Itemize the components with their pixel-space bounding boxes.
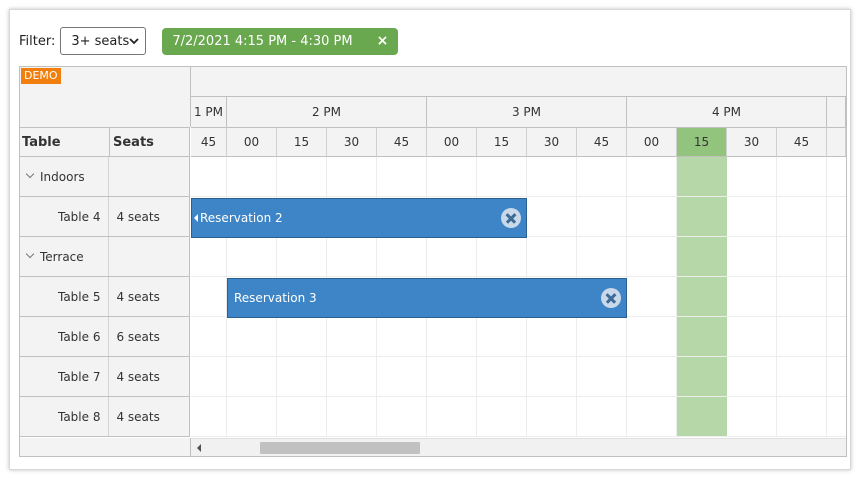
selected-range-text: 7/2/2021 4:15 PM - 4:30 PM xyxy=(172,33,353,49)
scale-top-blank xyxy=(191,67,846,97)
event-text: Reservation 2 xyxy=(200,211,283,225)
row-label: Indoors xyxy=(40,169,85,184)
row-group[interactable]: Terrace xyxy=(20,237,190,277)
row-resource[interactable]: Table 8 4 seats xyxy=(20,397,190,437)
minute-header: 30 xyxy=(727,127,777,157)
row-resource[interactable]: Table 5 4 seats xyxy=(20,277,190,317)
demo-badge: DEMO xyxy=(21,68,61,84)
row-seats xyxy=(109,157,189,196)
highlighted-time-column[interactable] xyxy=(677,157,727,437)
row-name-cell: Indoors xyxy=(20,157,110,196)
grid-row-line xyxy=(191,396,846,397)
chevron-down-icon[interactable] xyxy=(26,251,34,259)
row-seats: 4 seats xyxy=(116,369,160,384)
row-name-cell: Table 6 xyxy=(20,317,110,356)
scrollbar-corner xyxy=(20,438,191,456)
minute-header: 15 xyxy=(677,127,727,157)
hour-header: 2 PM xyxy=(227,97,427,127)
event-text: Reservation 3 xyxy=(234,291,317,305)
filter-select[interactable]: 3+ seats xyxy=(60,27,147,55)
row-seats: 4 seats xyxy=(116,409,160,424)
selected-range-chip: 7/2/2021 4:15 PM - 4:30 PM × xyxy=(162,27,399,55)
row-label: Table 8 xyxy=(57,409,101,424)
delete-event-icon[interactable] xyxy=(601,288,621,308)
row-name-cell: Table 8 xyxy=(20,397,110,436)
scroll-left-icon[interactable] xyxy=(197,444,201,452)
grid-column[interactable] xyxy=(777,157,827,437)
scheduler-corner: DEMO xyxy=(20,67,191,127)
row-label: Terrace xyxy=(40,249,84,264)
timeline[interactable]: 1 PM 2 PM 3 PM 4 PM 45 00 15 30 45 00 15 30 45 00 15 3… xyxy=(191,67,846,438)
minute-header: 00 xyxy=(427,127,477,157)
grid-row-line xyxy=(191,356,846,357)
event-reservation-2[interactable]: Reservation 2 xyxy=(191,198,527,238)
toolbar: Filter: 3+ seats 7/2/2021 4:15 PM - 4:30… xyxy=(19,27,399,55)
grid-column[interactable] xyxy=(727,157,777,437)
minute-header: 30 xyxy=(327,127,377,157)
minute-header: 45 xyxy=(777,127,827,157)
column-header-seats: Seats xyxy=(110,127,190,157)
row-seats: 4 seats xyxy=(116,209,160,224)
row-resource[interactable]: Table 7 4 seats xyxy=(20,357,190,397)
grid-row-line xyxy=(191,276,846,277)
row-name-cell: Table 7 xyxy=(20,357,110,396)
row-label: Table 6 xyxy=(57,329,101,344)
delete-event-icon[interactable] xyxy=(501,208,521,228)
minute-header-partial xyxy=(827,127,846,157)
hour-header: 4 PM xyxy=(627,97,827,127)
chevron-down-icon xyxy=(129,38,139,45)
row-name-cell: Table 4 xyxy=(20,197,110,236)
minute-header: 30 xyxy=(527,127,577,157)
scheduler: DEMO Table Seats Indoors Table 4 4 seats Te… xyxy=(19,66,847,457)
row-resource[interactable]: Table 4 4 seats xyxy=(20,197,190,237)
row-label: Table 4 xyxy=(57,209,101,224)
filter-select-value: 3+ seats xyxy=(71,33,130,49)
row-label: Table 5 xyxy=(57,289,101,304)
column-header-table: Table xyxy=(20,127,110,157)
close-icon[interactable]: × xyxy=(377,33,389,49)
row-resource[interactable]: Table 6 6 seats xyxy=(20,317,190,357)
row-seats: 6 seats xyxy=(116,329,160,344)
row-label: Table 7 xyxy=(57,369,101,384)
filter-label: Filter: xyxy=(19,33,56,49)
grid-row-line xyxy=(191,196,846,197)
row-seats: 4 seats xyxy=(116,289,160,304)
hour-header: 1 PM xyxy=(191,97,227,127)
row-group[interactable]: Indoors xyxy=(20,157,190,197)
event-reservation-3[interactable]: Reservation 3 xyxy=(227,278,627,318)
grid-column[interactable] xyxy=(627,157,677,437)
row-name-cell: Terrace xyxy=(20,237,110,276)
horizontal-scrollbar[interactable] xyxy=(191,438,846,456)
minute-header: 45 xyxy=(377,127,427,157)
scrollbar-thumb[interactable] xyxy=(260,442,420,454)
row-name-cell: Table 5 xyxy=(20,277,110,316)
hour-header: 3 PM xyxy=(427,97,627,127)
minute-header: 00 xyxy=(227,127,277,157)
minute-header: 45 xyxy=(577,127,627,157)
chevron-down-icon[interactable] xyxy=(26,171,34,179)
minute-header: 00 xyxy=(627,127,677,157)
hour-header-partial xyxy=(827,97,846,127)
grid-row-line xyxy=(191,436,846,437)
minute-header: 15 xyxy=(277,127,327,157)
minute-header: 15 xyxy=(477,127,527,157)
row-seats xyxy=(109,237,189,276)
minute-header: 45 xyxy=(191,127,227,157)
